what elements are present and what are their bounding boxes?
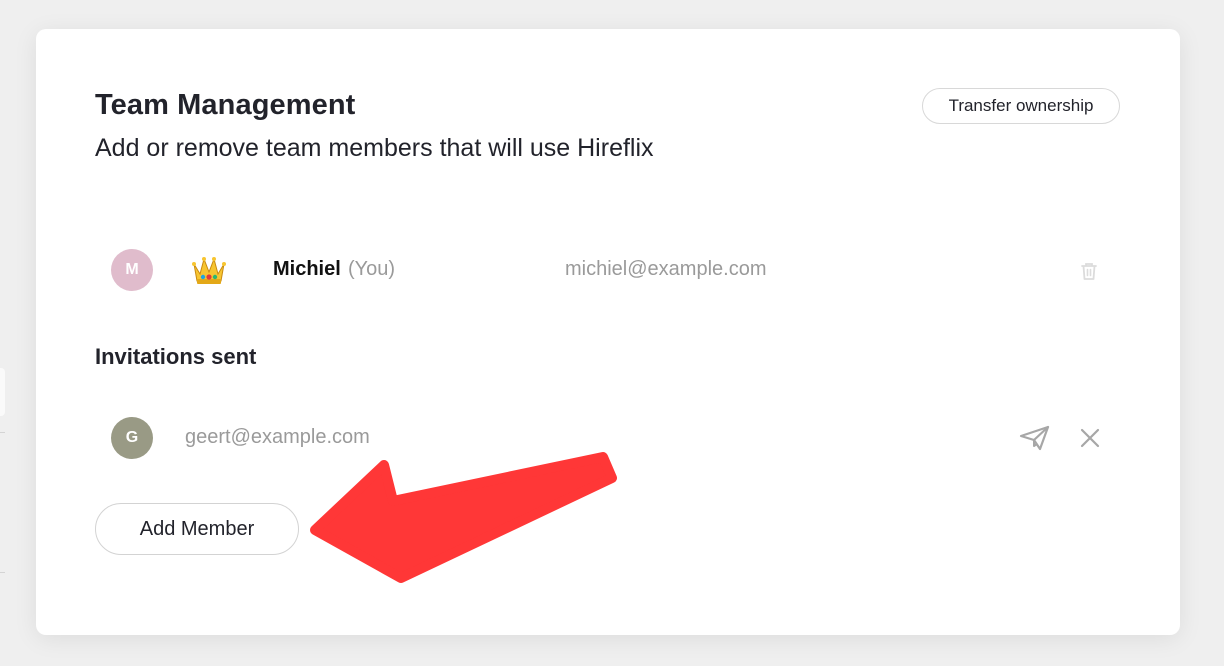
avatar: G: [111, 417, 153, 459]
background-tab: [0, 368, 5, 416]
page-subtitle: Add or remove team members that will use…: [95, 134, 654, 162]
background-divider: [0, 432, 5, 433]
close-icon[interactable]: [1079, 427, 1101, 449]
send-icon[interactable]: [1019, 425, 1051, 451]
team-management-card: Team Management Add or remove team membe…: [36, 29, 1180, 635]
invitation-email: geert@example.com: [185, 426, 370, 448]
avatar: M: [111, 249, 153, 291]
add-member-button[interactable]: Add Member: [95, 503, 299, 555]
trash-icon[interactable]: [1078, 260, 1100, 282]
background-divider: [0, 572, 5, 573]
member-email: michiel@example.com: [565, 258, 767, 280]
invitations-heading: Invitations sent: [95, 344, 257, 369]
page-title: Team Management: [95, 89, 356, 121]
member-you-label: (You): [348, 258, 396, 280]
transfer-ownership-button[interactable]: Transfer ownership: [922, 88, 1120, 124]
crown-icon: [192, 257, 226, 284]
member-name: Michiel: [273, 258, 341, 280]
